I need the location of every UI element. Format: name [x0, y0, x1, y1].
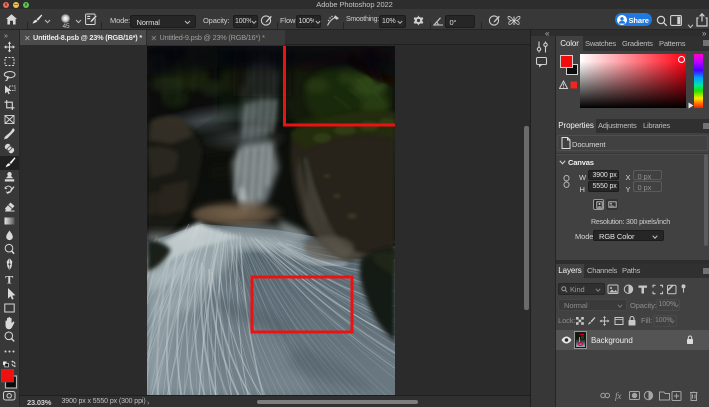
svg-text:»: » — [4, 33, 8, 40]
svg-text:fx: fx — [615, 391, 621, 401]
svg-text:T: T — [5, 273, 13, 287]
